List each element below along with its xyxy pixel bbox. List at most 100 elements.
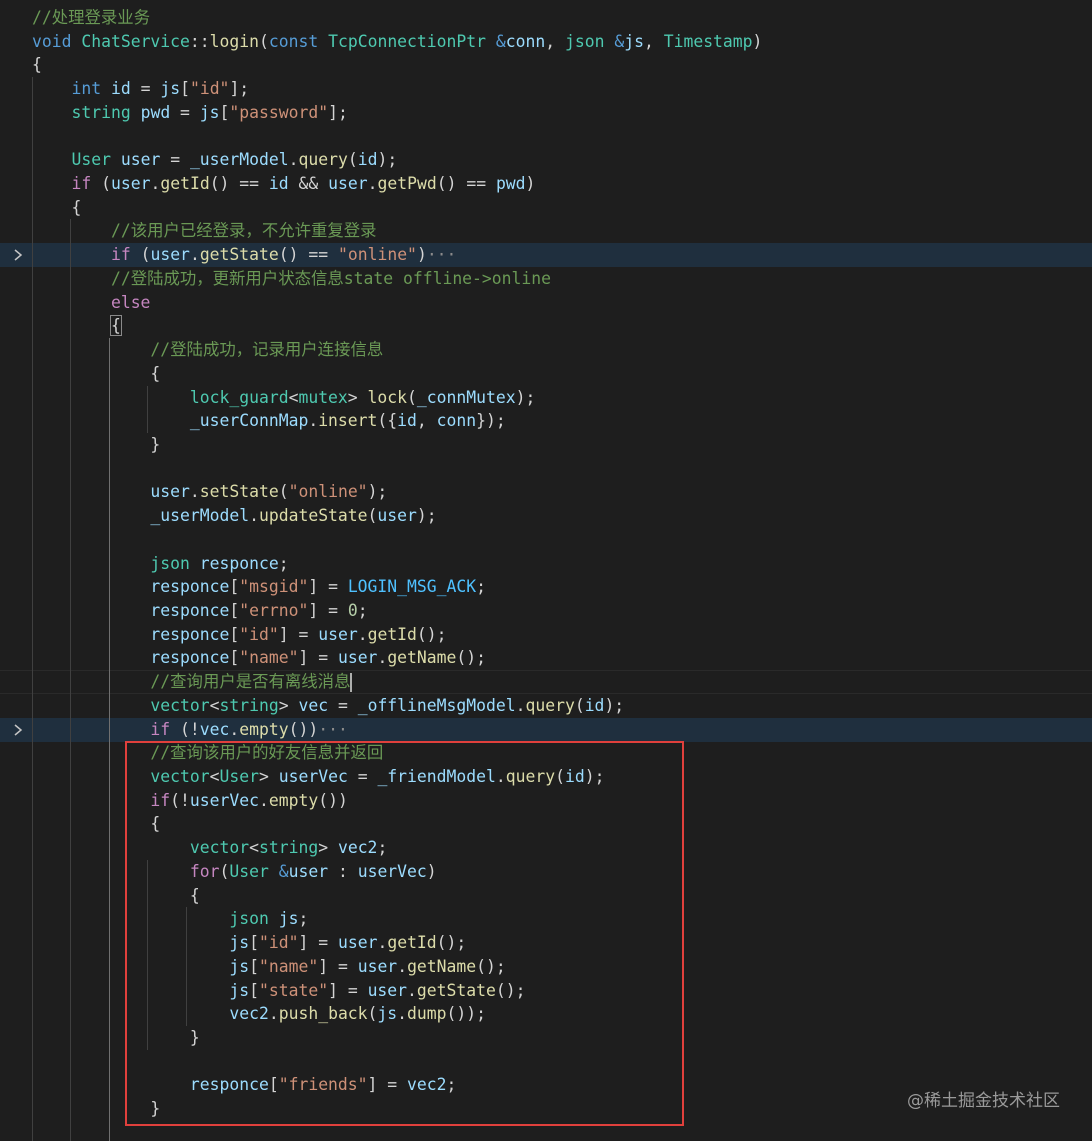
code-text: //该用户已经登录，不允许重复登录 — [32, 219, 377, 243]
code-token: () == — [209, 174, 269, 194]
code-line[interactable]: int id = js["id"]; — [0, 77, 1092, 101]
code-token: [ — [229, 624, 240, 644]
code-line[interactable]: js["id"] = user.getId(); — [0, 931, 1092, 955]
code-token: { — [32, 197, 82, 217]
code-line[interactable]: { — [0, 884, 1092, 908]
code-line[interactable]: _userConnMap.insert({id, conn}); — [0, 409, 1092, 433]
code-line[interactable] — [0, 1050, 1092, 1074]
code-token: ); — [604, 695, 625, 715]
code-line[interactable]: User user = _userModel.query(id); — [0, 148, 1092, 172]
code-token: } — [32, 434, 161, 454]
code-line[interactable]: string pwd = js["password"]; — [0, 101, 1092, 125]
code-line[interactable]: } — [0, 433, 1092, 457]
code-text: vector<User> userVec = _friendModel.quer… — [32, 765, 604, 789]
code-token: userVec — [278, 767, 348, 787]
code-line[interactable]: //该用户已经登录，不允许重复登录 — [0, 219, 1092, 243]
code-token: _connMutex — [416, 387, 516, 407]
code-line[interactable]: responce["id"] = user.getId(); — [0, 623, 1092, 647]
code-token: < — [249, 838, 259, 858]
code-line[interactable]: json responce; — [0, 552, 1092, 576]
code-line[interactable]: } — [0, 1026, 1092, 1050]
code-line[interactable]: else — [0, 291, 1092, 315]
code-line[interactable]: vector<User> userVec = _friendModel.quer… — [0, 765, 1092, 789]
code-line[interactable]: user.setState("online"); — [0, 480, 1092, 504]
code-token: responce — [150, 601, 230, 620]
code-token: else — [110, 292, 151, 312]
code-line[interactable]: js["state"] = user.getState(); — [0, 979, 1092, 1003]
code-line[interactable]: _userModel.updateState(user); — [0, 504, 1092, 528]
code-line[interactable]: { — [0, 314, 1092, 338]
code-line[interactable]: lock_guard<mutex> lock(_connMutex); — [0, 386, 1092, 410]
code-line[interactable]: { — [0, 812, 1092, 836]
code-line[interactable]: //登陆成功，记录用户连接信息 — [0, 338, 1092, 362]
code-token: ( — [574, 695, 585, 715]
code-token: ; — [476, 577, 486, 597]
code-line[interactable]: for(User &user : userVec) — [0, 860, 1092, 884]
code-token: ); — [367, 482, 388, 502]
code-token: 0 — [347, 601, 358, 620]
code-line[interactable]: if(!userVec.empty()) — [0, 789, 1092, 813]
code-token: js — [229, 933, 250, 953]
code-text: { — [32, 812, 160, 836]
code-line[interactable]: json js; — [0, 907, 1092, 931]
code-token: < — [209, 695, 220, 715]
code-line[interactable]: if (user.getState() == "online")··· — [0, 243, 1092, 268]
code-token: _userModel — [150, 506, 250, 526]
code-token: , — [643, 31, 664, 51]
code-line[interactable]: //处理登录业务 — [0, 6, 1092, 30]
code-line[interactable]: //登陆成功，更新用户状态信息state offline->online — [0, 267, 1092, 291]
code-token: _friendModel — [377, 767, 496, 787]
code-line[interactable]: { — [0, 53, 1092, 77]
code-token: getName — [407, 956, 477, 976]
code-line[interactable] — [0, 528, 1092, 552]
fold-chevron-right-icon[interactable] — [11, 247, 25, 263]
code-line[interactable] — [0, 1121, 1092, 1141]
code-token: ); — [416, 506, 437, 526]
code-token: js — [160, 79, 181, 99]
code-token: . — [268, 1004, 279, 1024]
code-token: empty — [239, 719, 289, 739]
code-token: insert — [318, 411, 378, 431]
code-line[interactable]: vector<string> vec2; — [0, 836, 1092, 860]
code-line[interactable]: vec2.push_back(js.dump()); — [0, 1002, 1092, 1026]
code-token: int — [71, 79, 102, 99]
code-line[interactable]: //查询用户是否有离线消息 — [0, 670, 1092, 694]
fold-chevron-right-icon[interactable] — [11, 722, 25, 738]
code-line[interactable]: vector<string> vec = _offlineMsgModel.qu… — [0, 694, 1092, 718]
code-text: user.setState("online"); — [32, 480, 387, 504]
code-line[interactable]: //查询该用户的好友信息并返回 — [0, 741, 1092, 765]
code-token: user — [318, 624, 358, 644]
code-line[interactable]: void ChatService::login(const TcpConnect… — [0, 30, 1092, 54]
code-token: & — [278, 861, 289, 881]
code-line[interactable]: js["name"] = user.getName(); — [0, 955, 1092, 979]
code-line[interactable]: responce["errno"] = 0; — [0, 599, 1092, 623]
code-token: if — [110, 245, 131, 265]
code-token: conn — [505, 31, 546, 51]
code-line[interactable]: if (user.getId() == id && user.getPwd() … — [0, 172, 1092, 196]
code-line[interactable] — [0, 457, 1092, 481]
code-token: ( — [367, 506, 378, 526]
code-line[interactable]: if (!vec.empty())··· — [0, 717, 1092, 742]
code-editor[interactable]: //处理登录业务 void ChatService::login(const Tc… — [0, 0, 1092, 1141]
code-line[interactable]: responce["name"] = user.getName(); — [0, 646, 1092, 670]
code-text: //登陆成功，记录用户连接信息 — [32, 338, 383, 362]
indent-guide — [70, 219, 72, 1141]
code-token: if — [150, 719, 171, 739]
code-line[interactable]: responce["msgid"] = LOGIN_MSG_ACK; — [0, 575, 1092, 599]
code-text: json js; — [32, 907, 308, 931]
code-token: js — [377, 1004, 398, 1024]
code-token: < — [288, 387, 299, 407]
code-line[interactable] — [0, 125, 1092, 149]
code-line[interactable]: { — [0, 196, 1092, 220]
code-line[interactable]: { — [0, 362, 1092, 386]
